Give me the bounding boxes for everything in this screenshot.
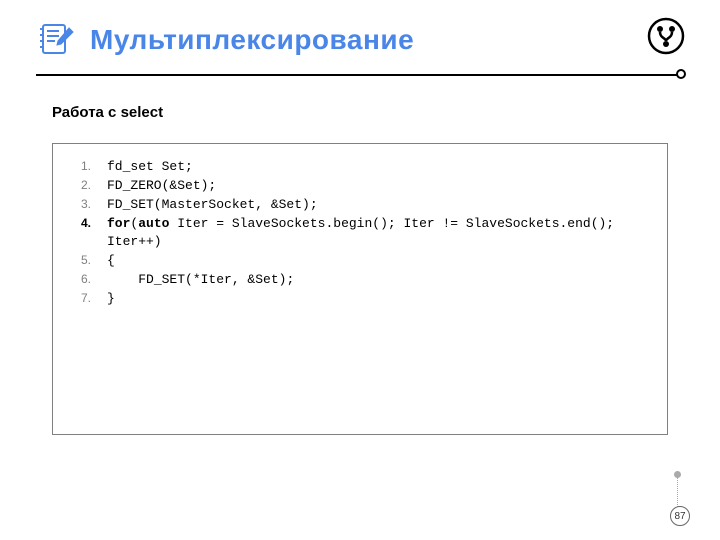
code-line: 1.fd_set Set; [61,158,653,177]
code-text: for(auto Iter = SlaveSockets.begin(); It… [91,215,653,253]
line-number: 6. [61,271,91,288]
code-line: 2.FD_ZERO(&Set); [61,177,653,196]
line-number: 3. [61,196,91,213]
code-line: 4.for(auto Iter = SlaveSockets.begin(); … [61,215,653,253]
code-text: fd_set Set; [91,158,193,177]
line-number: 4. [61,215,91,232]
page-number: 87 [670,506,690,526]
page-connector-line [677,477,679,507]
divider-endpoint-dot [676,69,686,79]
code-text: { [91,252,115,271]
page-number-badge: 87 [670,506,690,526]
section-subtitle: Работа с select [52,104,684,121]
code-line: 3.FD_SET(MasterSocket, &Set); [61,196,653,215]
code-text: FD_SET(*Iter, &Set); [91,271,294,290]
code-text: } [91,290,115,309]
code-line: 7.} [61,290,653,309]
code-text: FD_SET(MasterSocket, &Set); [91,196,318,215]
slide-title: Мультиплексирование [90,24,414,56]
line-number: 7. [61,290,91,307]
code-block: 1.fd_set Set;2.FD_ZERO(&Set);3.FD_SET(Ma… [52,143,668,435]
line-number: 2. [61,177,91,194]
code-text: FD_ZERO(&Set); [91,177,216,196]
branch-circle-icon [646,16,686,56]
notepad-pencil-icon [36,20,76,60]
line-number: 5. [61,252,91,269]
line-number: 1. [61,158,91,175]
slide-header: Мультиплексирование [36,20,684,60]
header-divider [36,74,684,76]
code-line: 6. FD_SET(*Iter, &Set); [61,271,653,290]
slide: Мультиплексирование Работа с select 1.fd… [0,0,720,540]
code-line: 5.{ [61,252,653,271]
page-connector-dot [674,471,681,478]
